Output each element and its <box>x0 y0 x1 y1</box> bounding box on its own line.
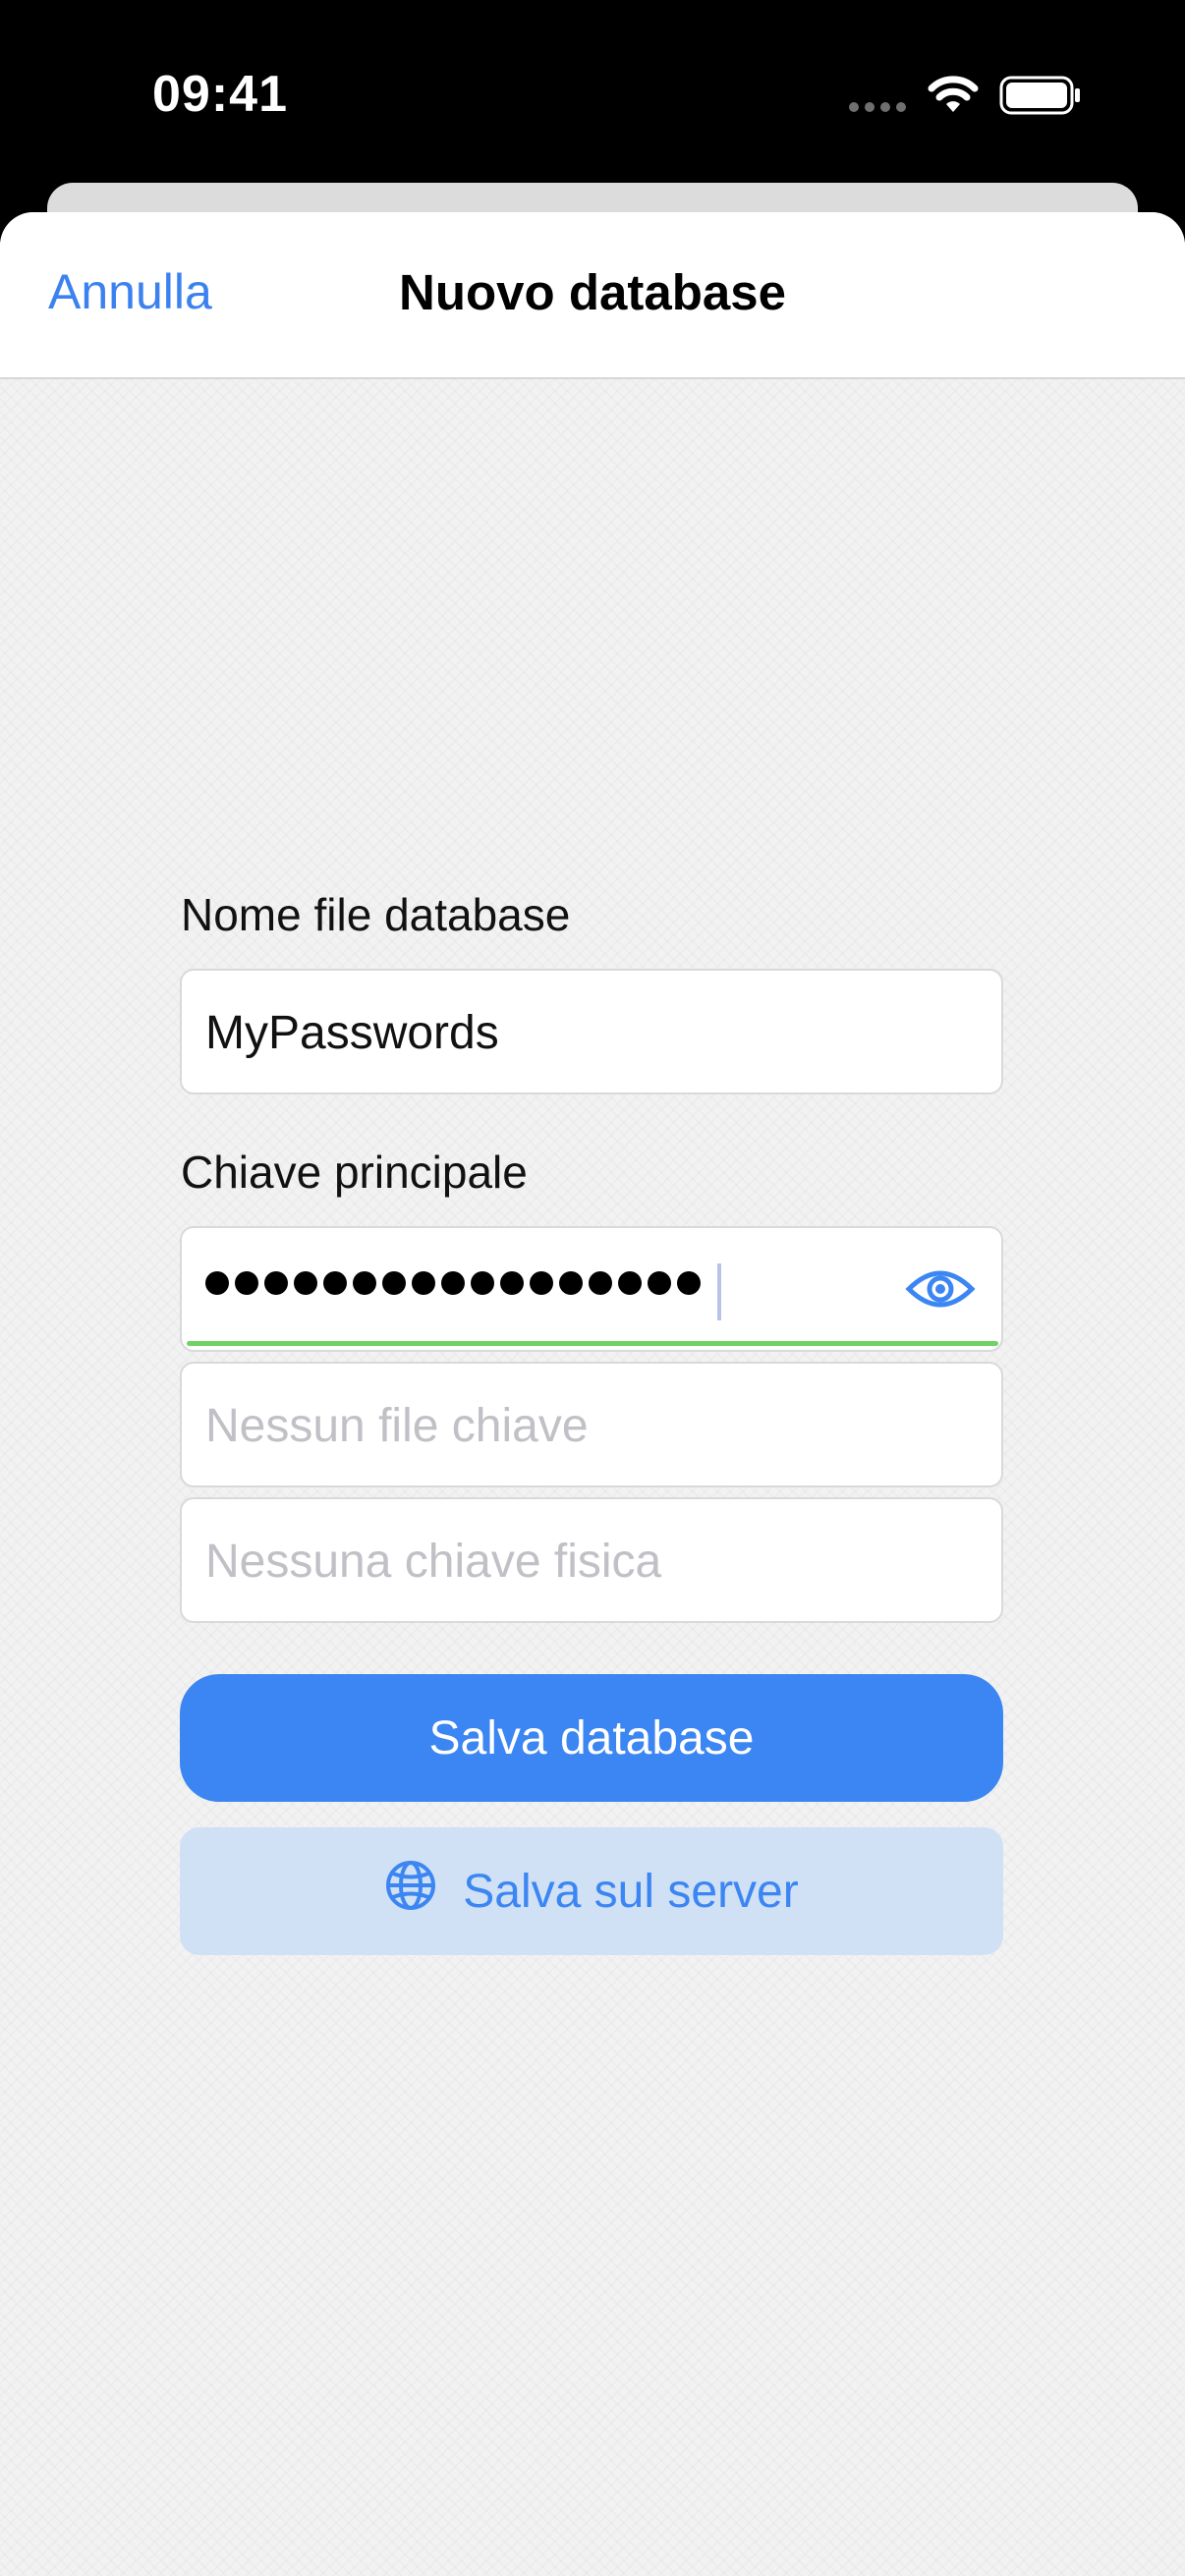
password-mask-dot <box>235 1271 258 1295</box>
status-time: 09:41 <box>152 66 288 123</box>
master-key-label: Chiave principale <box>181 1147 528 1198</box>
password-mask-dot <box>559 1271 583 1295</box>
password-mask-dot <box>530 1271 553 1295</box>
hardware-key-placeholder: Nessuna chiave fisica <box>205 1536 662 1588</box>
password-mask-dot <box>500 1271 524 1295</box>
keyfile-field[interactable]: Nessun file chiave <box>180 1362 1003 1487</box>
db-name-value: MyPasswords <box>205 1007 499 1059</box>
save-database-button[interactable]: Salva database <box>180 1674 1003 1802</box>
password-mask-dot <box>589 1271 612 1295</box>
password-strength-bar <box>187 1341 998 1346</box>
navigation-bar: Annulla Nuovo database <box>0 212 1185 379</box>
eye-icon[interactable] <box>905 1267 976 1316</box>
signal-icon <box>849 102 906 112</box>
battery-icon <box>999 76 1082 120</box>
password-mask-dot <box>323 1271 347 1295</box>
keyfile-placeholder: Nessun file chiave <box>205 1400 589 1452</box>
db-name-label: Nome file database <box>181 889 571 940</box>
password-mask <box>205 1271 701 1295</box>
password-mask-dot <box>205 1271 229 1295</box>
text-caret <box>717 1263 721 1320</box>
save-database-label: Salva database <box>428 1711 755 1764</box>
page-title: Nuovo database <box>399 264 786 320</box>
password-mask-dot <box>648 1271 671 1295</box>
new-database-sheet: Annulla Nuovo database Nome file databas… <box>0 212 1185 2576</box>
db-name-field[interactable]: MyPasswords <box>180 969 1003 1094</box>
status-bar: 09:41 <box>0 0 1185 187</box>
globe-icon <box>384 1859 437 1924</box>
password-mask-dot <box>618 1271 642 1295</box>
master-key-field[interactable] <box>180 1226 1003 1352</box>
password-mask-dot <box>382 1271 406 1295</box>
password-mask-dot <box>677 1271 701 1295</box>
save-to-server-button[interactable]: Salva sul server <box>180 1827 1003 1955</box>
hardware-key-field[interactable]: Nessuna chiave fisica <box>180 1497 1003 1623</box>
password-mask-dot <box>441 1271 465 1295</box>
password-mask-dot <box>294 1271 317 1295</box>
password-mask-dot <box>471 1271 494 1295</box>
password-mask-dot <box>264 1271 288 1295</box>
password-mask-dot <box>353 1271 376 1295</box>
password-mask-dot <box>412 1271 435 1295</box>
wifi-icon <box>927 75 980 119</box>
save-to-server-label: Salva sul server <box>463 1865 799 1918</box>
